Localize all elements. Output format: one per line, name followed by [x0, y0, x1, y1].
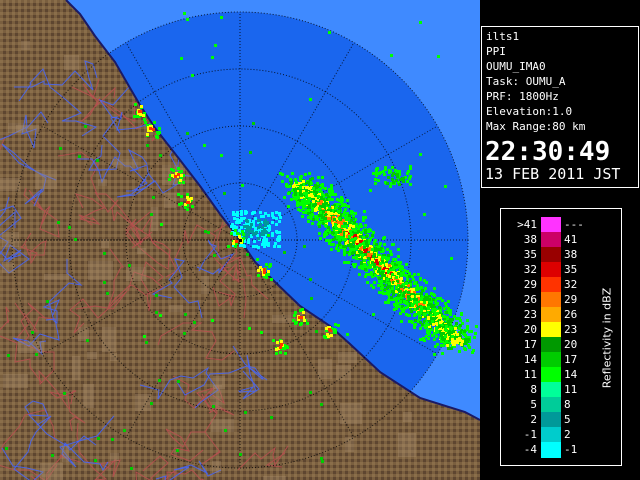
legend-color-swatch [541, 247, 561, 263]
radar-ppi-view[interactable] [0, 0, 480, 480]
scan-time: 22:30:49 [485, 137, 611, 167]
legend-unit-text: Reflectivity in dBZ [600, 287, 614, 389]
legend-upper-bound: 17 [564, 353, 578, 366]
legend-color-swatch [541, 292, 561, 308]
legend-upper-bound: 20 [564, 338, 578, 351]
legend-upper-bound: 41 [564, 233, 578, 246]
scan-type: PPI [486, 45, 506, 58]
radar-site-marker [239, 239, 242, 242]
legend-lower-bound: 23 [523, 308, 537, 321]
legend-unit-label: Reflectivity in dBZ [597, 273, 617, 403]
legend-upper-bound: 2 [564, 428, 571, 441]
prf-value: PRF: 1800Hz [486, 90, 559, 103]
legend-upper-bound: 14 [564, 368, 578, 381]
legend-color-swatch [541, 337, 561, 353]
legend-color-swatch [541, 442, 561, 458]
legend-color-swatch [541, 307, 561, 323]
legend-row: 25 [501, 412, 621, 428]
legend-upper-bound: 32 [564, 278, 578, 291]
legend-lower-bound: -1 [523, 428, 537, 441]
task-name: Task: OUMU_A [486, 75, 566, 88]
reflectivity-legend: >41 --- 38 41 35 38 32 35 29 32 26 29 23 26 20 23 17 20 14… [500, 208, 622, 466]
legend-lower-bound: 2 [530, 413, 537, 426]
legend-upper-bound: 5 [564, 413, 571, 426]
legend-color-swatch [541, 412, 561, 428]
station-name: ilts1 [486, 30, 520, 43]
legend-lower-bound: >41 [517, 218, 537, 231]
scan-date: 13 FEB 2011 JST [485, 165, 621, 183]
legend-upper-bound: 23 [564, 323, 578, 336]
legend-lower-bound: 11 [523, 368, 537, 381]
legend-lower-bound: 17 [523, 338, 537, 351]
legend-upper-bound: 29 [564, 293, 578, 306]
legend-lower-bound: -4 [523, 443, 537, 456]
legend-color-swatch [541, 397, 561, 413]
radar-map [0, 0, 480, 480]
legend-upper-bound: 38 [564, 248, 578, 261]
legend-lower-bound: 32 [523, 263, 537, 276]
legend-upper-bound: 26 [564, 308, 578, 321]
legend-color-swatch [541, 232, 561, 248]
legend-lower-bound: 38 [523, 233, 537, 246]
legend-upper-bound: 11 [564, 383, 578, 396]
legend-color-swatch [541, 217, 561, 233]
legend-lower-bound: 5 [530, 398, 537, 411]
legend-color-swatch [541, 382, 561, 398]
legend-color-swatch [541, 277, 561, 293]
legend-color-swatch [541, 427, 561, 443]
legend-lower-bound: 8 [530, 383, 537, 396]
max-range-value: Max Range:80 km [486, 120, 586, 133]
legend-lower-bound: 20 [523, 323, 537, 336]
legend-lower-bound: 26 [523, 293, 537, 306]
legend-upper-bound: 35 [564, 263, 578, 276]
legend-upper-bound: 8 [564, 398, 571, 411]
legend-row: >41 --- [501, 217, 621, 233]
legend-color-swatch [541, 322, 561, 338]
radar-id: OUMU_IMA0 [486, 60, 546, 73]
elevation-value: Elevation:1.0 [486, 105, 573, 118]
legend-upper-bound: -1 [564, 443, 578, 456]
legend-row: 38 41 [501, 232, 621, 248]
legend-lower-bound: 35 [523, 248, 537, 261]
legend-lower-bound: 14 [523, 353, 537, 366]
legend-color-swatch [541, 352, 561, 368]
legend-lower-bound: 29 [523, 278, 537, 291]
legend-row: -1 2 [501, 427, 621, 443]
scan-info-panel: ilts1 PPI OUMU_IMA0 Task: OUMU_A PRF: 18… [481, 26, 639, 188]
legend-row: 35 38 [501, 247, 621, 263]
legend-color-swatch [541, 367, 561, 383]
legend-upper-bound: --- [564, 218, 584, 231]
legend-row: -4 -1 [501, 442, 621, 458]
legend-color-swatch [541, 262, 561, 278]
